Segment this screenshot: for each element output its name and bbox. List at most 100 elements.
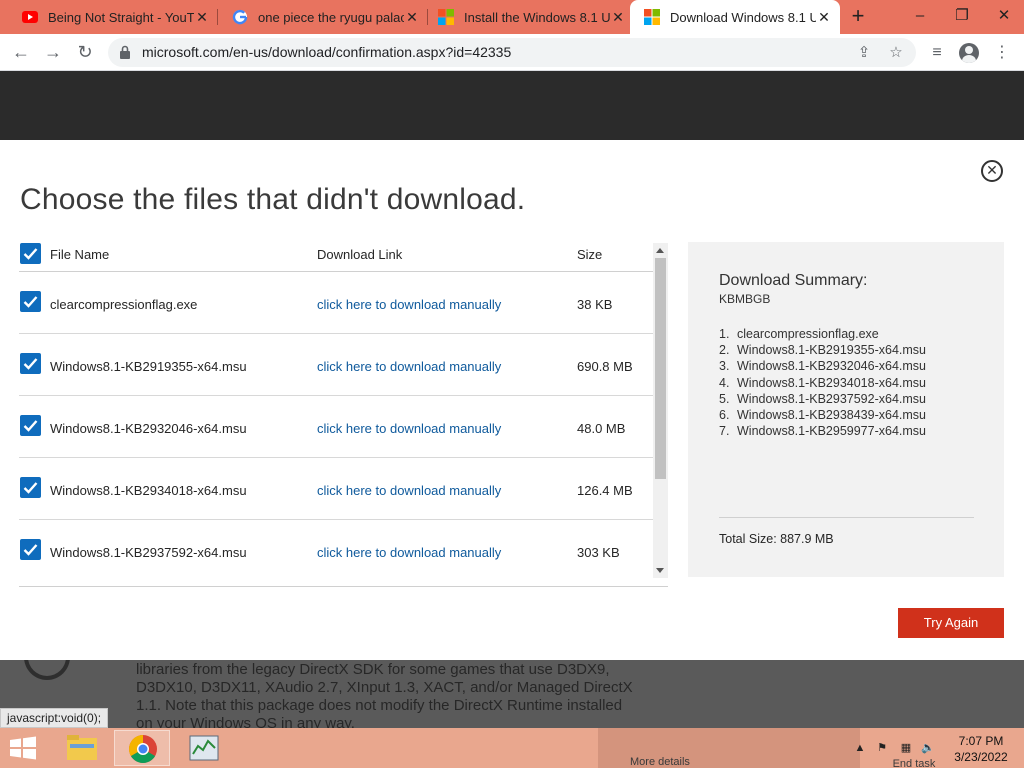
status-url-bubble: javascript:void(0); [0,708,109,728]
tab-download-windows[interactable]: Download Windows 8.1 Up ✕ [630,0,840,34]
share-icon[interactable]: ⇪ [854,43,874,63]
clock-time: 7:07 PM [958,734,1004,748]
menu-dots-icon[interactable]: ⋮ [990,41,1014,65]
microsoft-icon [644,9,660,25]
table-divider [19,586,668,587]
tab-install-windows[interactable]: Install the Windows 8.1 Up ✕ [424,0,634,34]
checkmark-icon [23,544,38,556]
reading-list-icon[interactable]: ≡ [925,41,949,65]
file-explorer-icon [67,735,97,760]
checkmark-icon [23,296,38,308]
file-checkbox[interactable] [20,539,41,560]
file-size: 48.0 MB [577,421,626,436]
forward-arrow-icon[interactable]: → [40,40,66,64]
tab-title: Being Not Straight - YouTu [48,9,194,25]
tab-youtube[interactable]: Being Not Straight - YouTu ✕ [8,0,218,34]
download-link[interactable]: click here to download manually [317,359,501,374]
windows-taskbar: More details ▲ ⚑ ▦ 🔈 End task 7:07 PM 3/… [0,728,1024,768]
summary-list: 1. clearcompressionflag.exe 2. Windows8.1-… [719,326,926,439]
file-size: 303 KB [577,545,620,560]
table-row: Windows8.1-KB2937592-x64.msu click here … [19,520,653,578]
download-summary-panel: Download Summary: KBMBGB 1. clearcompress… [688,242,1004,577]
file-checkbox[interactable] [20,291,41,312]
tab-google-search[interactable]: one piece the ryugu palace ✕ [218,0,428,34]
file-name: Windows8.1-KB2919355-x64.msu [50,359,247,374]
tab-close-icon[interactable]: ✕ [194,9,210,26]
tab-close-icon[interactable]: ✕ [816,9,832,26]
file-table: File Name Download Link Size clearcompre… [19,241,653,578]
file-table-scrollbar[interactable] [653,243,668,578]
tab-title: Install the Windows 8.1 Up [464,9,610,25]
tab-close-icon[interactable]: ✕ [404,9,420,26]
end-task-button[interactable]: End task [884,756,944,768]
taskbar-chrome[interactable] [114,730,170,766]
lock-icon [120,45,130,59]
avatar-icon [959,43,979,63]
address-bar[interactable]: microsoft.com/en-us/download/confirmatio… [108,38,916,67]
column-header-file-name: File Name [50,247,110,262]
system-clock[interactable]: 7:07 PM 3/23/2022 [948,733,1014,765]
scroll-up-arrow-icon[interactable] [656,248,664,253]
clock-date: 3/23/2022 [954,750,1008,764]
try-again-button[interactable]: Try Again [898,608,1004,638]
list-item: 2. Windows8.1-KB2919355-x64.msu [719,343,926,358]
total-size: Total Size: 887.9 MB [719,532,834,546]
summary-code: KBMBGB [719,292,771,306]
table-row: clearcompressionflag.exe click here to d… [19,272,653,334]
tab-close-icon[interactable]: ✕ [610,9,626,26]
list-item: 6. Windows8.1-KB2938439-x64.msu [719,408,926,423]
list-item: 4. Windows8.1-KB2934018-x64.msu [719,375,926,390]
restore-button[interactable]: ❐ [942,0,982,34]
back-arrow-icon[interactable]: ← [8,40,34,64]
select-all-checkbox[interactable] [20,243,41,264]
google-icon [232,9,248,25]
action-center-icon[interactable]: ⚑ [874,740,890,756]
table-row: Windows8.1-KB2932046-x64.msu click here … [19,396,653,458]
file-name: Windows8.1-KB2932046-x64.msu [50,421,247,436]
close-dialog-icon[interactable]: ✕ [981,160,1003,182]
download-link[interactable]: click here to download manually [317,483,501,498]
bookmark-star-icon[interactable]: ☆ [886,43,906,63]
list-item: 5. Windows8.1-KB2937592-x64.msu [719,391,926,406]
scroll-down-arrow-icon[interactable] [656,568,664,573]
file-checkbox[interactable] [20,477,41,498]
volume-muted-icon[interactable]: 🔈 [920,740,936,756]
list-item: 7. Windows8.1-KB2959977-x64.msu [719,424,926,439]
download-dialog: ✕ Choose the files that didn't download.… [0,140,1024,660]
tab-title: Download Windows 8.1 Up [670,9,816,25]
youtube-icon [22,11,38,23]
taskbar-file-explorer[interactable] [54,730,110,766]
show-hidden-icons-icon[interactable]: ▲ [852,740,868,756]
microsoft-icon [438,9,454,25]
file-size: 126.4 MB [577,483,633,498]
tab-title: one piece the ryugu palace [258,9,404,25]
page-body-dimmed: libraries from the legacy DirectX SDK fo… [0,660,1024,728]
file-checkbox[interactable] [20,415,41,436]
directx-logo-icon [24,660,70,680]
checkmark-icon [23,420,38,432]
chrome-icon [129,735,157,763]
tab-strip: Being Not Straight - YouTu ✕ one piece t… [0,0,1024,34]
file-name: Windows8.1-KB2937592-x64.msu [50,545,247,560]
browser-toolbar: ← → ↻ microsoft.com/en-us/download/confi… [0,34,1024,71]
reload-icon[interactable]: ↻ [72,40,98,64]
profile-avatar[interactable] [957,41,981,65]
scrollbar-thumb[interactable] [655,258,666,479]
more-details-link[interactable]: More details [630,756,690,768]
list-item: 1. clearcompressionflag.exe [719,327,879,341]
download-link[interactable]: click here to download manually [317,297,501,312]
download-link[interactable]: click here to download manually [317,421,501,436]
file-name: Windows8.1-KB2934018-x64.msu [50,483,247,498]
file-checkbox[interactable] [20,353,41,374]
windows-start-icon[interactable] [8,736,38,760]
new-tab-button[interactable]: + [848,5,868,27]
minimize-button[interactable]: – [900,0,940,34]
taskbar-task-manager[interactable] [176,730,232,766]
checkmark-icon [23,482,38,494]
checkmark-icon [23,248,38,260]
download-link[interactable]: click here to download manually [317,545,501,560]
network-icon[interactable]: ▦ [898,740,914,756]
close-window-button[interactable]: ✕ [984,0,1024,34]
table-header: File Name Download Link Size [19,241,653,272]
page-description: libraries from the legacy DirectX SDK fo… [136,661,633,728]
